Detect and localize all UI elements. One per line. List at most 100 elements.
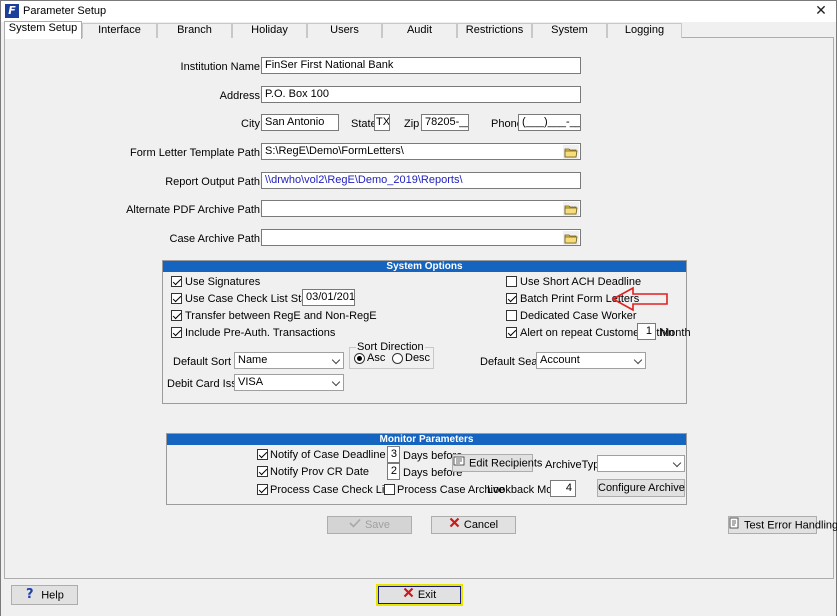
form-letter-path-field[interactable]: S:\RegE\Demo\FormLetters\ bbox=[261, 143, 581, 160]
sort-asc-label: Asc bbox=[367, 352, 386, 364]
document-icon bbox=[729, 517, 740, 534]
save-label: Save bbox=[364, 519, 391, 531]
configure-archive-button[interactable]: Configure Archive bbox=[597, 479, 685, 497]
state-label: State bbox=[351, 118, 377, 130]
tab-holiday-calendar[interactable]: Holiday Calendar bbox=[232, 23, 307, 49]
folder-icon[interactable] bbox=[563, 231, 579, 245]
report-output-path-field[interactable]: \\drwho\vol2\RegE\Demo_2019\Reports\ bbox=[261, 172, 581, 189]
system-options-group: System Options Use Signatures Use Case C… bbox=[162, 260, 691, 404]
test-error-handling-button[interactable]: Test Error Handling bbox=[728, 516, 837, 534]
window-title: Parameter Setup bbox=[23, 5, 107, 17]
tab-restrictions[interactable]: Restrictions bbox=[457, 23, 532, 38]
svg-text:?: ? bbox=[26, 587, 34, 599]
default-sort-col-value: Name bbox=[238, 354, 268, 366]
chevron-down-icon bbox=[331, 377, 341, 387]
exit-label: Exit bbox=[417, 589, 437, 601]
folder-icon[interactable] bbox=[563, 202, 579, 216]
bottom-bar: ? Help Exit bbox=[1, 579, 836, 616]
cancel-button[interactable]: Cancel bbox=[431, 516, 516, 534]
address-field[interactable]: P.O. Box 100 bbox=[261, 86, 581, 103]
tab-system-setup[interactable]: System Setup bbox=[4, 21, 82, 39]
edit-recipients-button[interactable]: Edit Recipients bbox=[452, 454, 542, 472]
alert-months-field[interactable]: 1 bbox=[637, 323, 656, 340]
process-archive-checkbox[interactable] bbox=[384, 484, 395, 495]
close-icon[interactable]: ✕ bbox=[812, 3, 830, 19]
debit-card-issuer-select[interactable]: VISA bbox=[234, 374, 344, 391]
tab-users[interactable]: Users bbox=[307, 23, 382, 38]
cancel-x-icon bbox=[449, 517, 460, 533]
archive-type-select[interactable] bbox=[597, 455, 685, 472]
include-preauth-label: Include Pre-Auth. Transactions bbox=[185, 327, 336, 339]
sort-desc-label: Desc bbox=[405, 352, 431, 364]
save-button[interactable]: Save bbox=[327, 516, 412, 534]
monitor-parameters-header: Monitor Parameters bbox=[167, 434, 686, 445]
sort-asc-radio[interactable] bbox=[354, 353, 365, 364]
title-bar[interactable]: F Parameter Setup ✕ bbox=[1, 1, 836, 22]
monitor-parameters-group: Monitor Parameters Notify of Case Deadli… bbox=[166, 433, 687, 505]
sort-desc-radio[interactable] bbox=[392, 353, 403, 364]
dedicated-worker-checkbox[interactable] bbox=[506, 310, 517, 321]
chevron-down-icon bbox=[331, 355, 341, 365]
system-setup-panel: Institution Name FinSer First National B… bbox=[4, 38, 837, 579]
short-ach-checkbox[interactable] bbox=[506, 276, 517, 287]
app-logo-icon: F bbox=[5, 4, 19, 18]
address-label: Address bbox=[219, 90, 260, 102]
notify-prov-cr-label: Notify Prov CR Date bbox=[270, 466, 370, 478]
report-output-path-label: Report Output Path bbox=[165, 176, 260, 188]
chevron-down-icon bbox=[633, 355, 643, 365]
use-signatures-checkbox[interactable] bbox=[171, 276, 182, 287]
edit-recipients-label: Edit Recipients bbox=[469, 457, 543, 470]
include-preauth-checkbox[interactable] bbox=[171, 327, 182, 338]
folder-icon[interactable] bbox=[563, 145, 579, 159]
chevron-down-icon bbox=[672, 458, 682, 468]
help-question-icon: ? bbox=[25, 586, 37, 605]
institution-name-label: Institution Name bbox=[180, 61, 260, 73]
month-label: Month bbox=[660, 327, 691, 339]
notify-deadline-label: Notify of Case Deadline bbox=[270, 449, 386, 461]
state-field[interactable]: TX bbox=[374, 114, 390, 131]
case-archive-path-field[interactable] bbox=[261, 229, 581, 246]
test-error-handling-label: Test Error Handling bbox=[744, 519, 837, 532]
transfer-regE-label: Transfer between RegE and Non-RegE bbox=[185, 310, 377, 322]
debit-card-issuer-value: VISA bbox=[238, 376, 264, 388]
notify-deadline-checkbox[interactable] bbox=[257, 449, 268, 460]
annotation-arrow-icon bbox=[611, 286, 668, 312]
case-archive-path-label: Case Archive Path bbox=[169, 233, 261, 245]
system-options-header: System Options bbox=[163, 261, 686, 272]
exit-x-icon bbox=[403, 586, 414, 604]
form-letter-path-value: S:\RegE\Demo\FormLetters\ bbox=[265, 145, 404, 157]
help-button[interactable]: ? Help bbox=[11, 585, 78, 605]
default-search-value: Account bbox=[540, 354, 580, 366]
use-signatures-label: Use Signatures bbox=[185, 276, 261, 288]
alt-pdf-path-field[interactable] bbox=[261, 200, 581, 217]
zip-field[interactable]: 78205-____ bbox=[421, 114, 469, 131]
process-check-list-checkbox[interactable] bbox=[257, 484, 268, 495]
city-field[interactable]: San Antonio bbox=[261, 114, 339, 131]
transfer-regE-checkbox[interactable] bbox=[171, 310, 182, 321]
checkmark-icon bbox=[349, 517, 361, 533]
exit-button[interactable]: Exit bbox=[376, 584, 463, 606]
batch-print-checkbox[interactable] bbox=[506, 293, 517, 304]
city-label: City bbox=[241, 118, 260, 130]
default-sort-col-select[interactable]: Name bbox=[234, 352, 344, 369]
notify-prov-cr-checkbox[interactable] bbox=[257, 466, 268, 477]
lookback-month-field[interactable]: 4 bbox=[550, 480, 576, 497]
alert-repeat-checkbox[interactable] bbox=[506, 327, 517, 338]
tab-audit[interactable]: Audit bbox=[382, 23, 457, 38]
form-letter-path-label: Form Letter Template Path bbox=[129, 147, 260, 159]
case-check-start-date-field[interactable]: 03/01/2015 bbox=[302, 289, 355, 306]
use-case-check-checkbox[interactable] bbox=[171, 293, 182, 304]
process-check-list-label: Process Case Check List bbox=[270, 484, 393, 496]
alt-pdf-path-label: Alternate PDF Archive Path bbox=[126, 204, 260, 216]
tab-interface[interactable]: Interface bbox=[82, 23, 157, 38]
phone-field[interactable]: (___)___-____ bbox=[518, 114, 581, 131]
institution-name-field[interactable]: FinSer First National Bank bbox=[261, 57, 581, 74]
deadline-days-field[interactable]: 3 bbox=[387, 446, 400, 463]
tab-logging[interactable]: Logging bbox=[607, 23, 682, 38]
default-search-select[interactable]: Account bbox=[536, 352, 646, 369]
prov-days-field[interactable]: 2 bbox=[387, 463, 400, 480]
tab-branch[interactable]: Branch bbox=[157, 23, 232, 38]
tab-system[interactable]: System bbox=[532, 23, 607, 38]
tab-strip: System Setup Interface Branch Holiday Ca… bbox=[4, 21, 834, 49]
zip-label: Zip bbox=[404, 118, 420, 130]
